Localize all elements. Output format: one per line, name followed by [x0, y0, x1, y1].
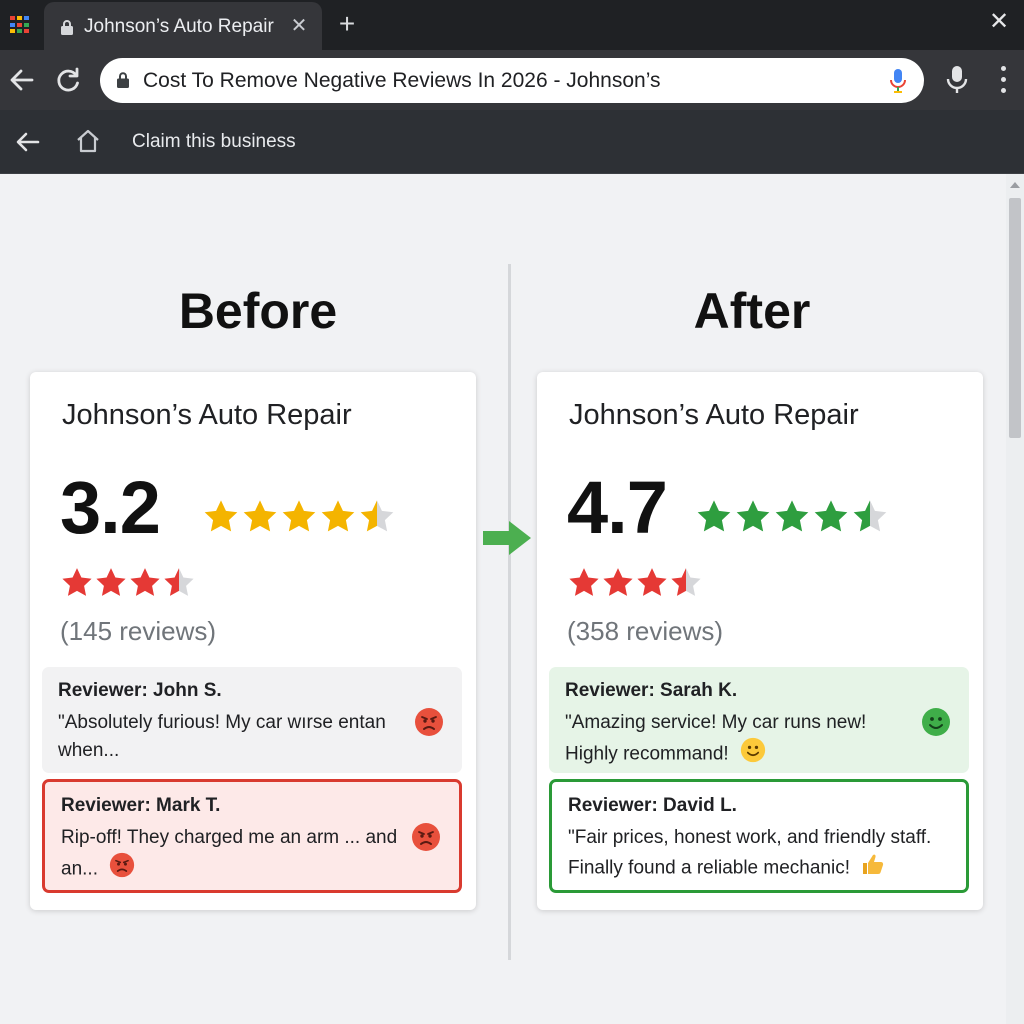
reload-icon[interactable] [52, 64, 84, 96]
browser-tab[interactable]: Johnson’s Auto Repair ✕ [44, 2, 322, 50]
lock-icon [116, 71, 130, 94]
apps-grid-icon[interactable] [10, 16, 30, 34]
scrollbar[interactable] [1006, 174, 1024, 1024]
window-close-icon[interactable]: ✕ [984, 8, 1014, 38]
new-tab-button[interactable]: + [332, 10, 362, 40]
microphone-icon[interactable] [888, 68, 908, 99]
home-icon[interactable] [74, 127, 102, 160]
before-card: Johnson’s Auto Repair 3.2 (145 reviews) … [30, 372, 476, 910]
reviewer-name: Reviewer: Mark T. [61, 795, 221, 816]
star-icon [360, 500, 394, 532]
star-icon [204, 500, 238, 532]
star-icon [243, 500, 277, 532]
review-text-wrap: "Amazing service! My car runs new! Highl… [565, 709, 909, 772]
review-text: "Amazing service! My car runs new! Highl… [565, 712, 867, 765]
lock-icon [60, 19, 74, 41]
browser-toolbar: Cost To Remove Negative Reviews In 2026 … [0, 50, 1024, 110]
tab-close-icon[interactable]: ✕ [286, 13, 312, 39]
star-icon [637, 568, 667, 596]
review-card-highlighted-negative[interactable]: Reviewer: Mark T. Rip-off! They charged … [42, 779, 462, 893]
star-icon [569, 568, 599, 596]
star-icon [130, 568, 160, 596]
reviewer-name: Reviewer: John S. [58, 680, 222, 701]
claim-business-link[interactable]: Claim this business [132, 131, 296, 153]
before-heading: Before [178, 283, 338, 339]
star-icon [321, 500, 355, 532]
star-icon [736, 500, 770, 532]
star-rating [695, 498, 889, 536]
angry-face-icon [109, 852, 135, 887]
reviewer-name: Reviewer: David L. [568, 795, 737, 816]
microphone-icon[interactable] [944, 64, 970, 101]
review-text-wrap: Rip-off! They charged me an arm ... and … [61, 824, 405, 887]
comparison-divider [508, 264, 511, 960]
star-rating-small [60, 566, 196, 600]
angry-face-icon [414, 707, 444, 742]
thumbs-up-icon [861, 852, 885, 885]
star-icon [96, 568, 126, 596]
star-icon [697, 500, 731, 532]
star-rating-small [567, 566, 703, 600]
smiley-face-icon [921, 707, 951, 742]
review-card-highlighted-positive[interactable]: Reviewer: David L. "Fair prices, honest … [549, 779, 969, 893]
star-icon [814, 500, 848, 532]
star-icon [775, 500, 809, 532]
address-bar[interactable]: Cost To Remove Negative Reviews In 2026 … [100, 58, 924, 103]
review-count[interactable]: (358 reviews) [567, 616, 723, 647]
review-card[interactable]: Reviewer: John S. "Absolutely furious! M… [42, 667, 462, 773]
star-icon [853, 500, 887, 532]
review-count[interactable]: (145 reviews) [60, 616, 216, 647]
business-header-bar: Claim this business [0, 110, 1024, 174]
angry-face-icon [411, 822, 441, 857]
star-rating [202, 498, 396, 536]
smiley-face-icon [740, 737, 766, 772]
scroll-thumb[interactable] [1009, 198, 1021, 438]
back-arrow-icon[interactable] [14, 128, 42, 161]
tab-title: Johnson’s Auto Repair [84, 16, 274, 37]
review-card[interactable]: Reviewer: Sarah K. "Amazing service! My … [549, 667, 969, 773]
right-arrow-icon [483, 520, 533, 561]
business-name: Johnson’s Auto Repair [62, 399, 352, 431]
reviewer-name: Reviewer: Sarah K. [565, 680, 738, 701]
rating-value: 4.7 [567, 466, 668, 549]
star-icon [671, 568, 701, 596]
url-text[interactable]: Cost To Remove Negative Reviews In 2026 … [143, 69, 661, 93]
star-icon [62, 568, 92, 596]
scroll-up-arrow-icon[interactable] [1010, 182, 1020, 188]
back-arrow-icon[interactable] [6, 64, 38, 96]
after-heading: After [693, 283, 811, 339]
star-icon [164, 568, 194, 596]
review-text-wrap: "Fair prices, honest work, and friendly … [568, 824, 958, 885]
kebab-menu-icon[interactable] [996, 66, 1010, 94]
star-icon [603, 568, 633, 596]
rating-value: 3.2 [60, 466, 161, 549]
review-text: "Absolutely furious! My car wırse entan … [58, 712, 386, 761]
browser-tab-bar: Johnson’s Auto Repair ✕ + ✕ [0, 0, 1024, 50]
after-card: Johnson’s Auto Repair 4.7 (358 reviews) … [537, 372, 983, 910]
star-icon [282, 500, 316, 532]
business-name: Johnson’s Auto Repair [569, 399, 859, 431]
